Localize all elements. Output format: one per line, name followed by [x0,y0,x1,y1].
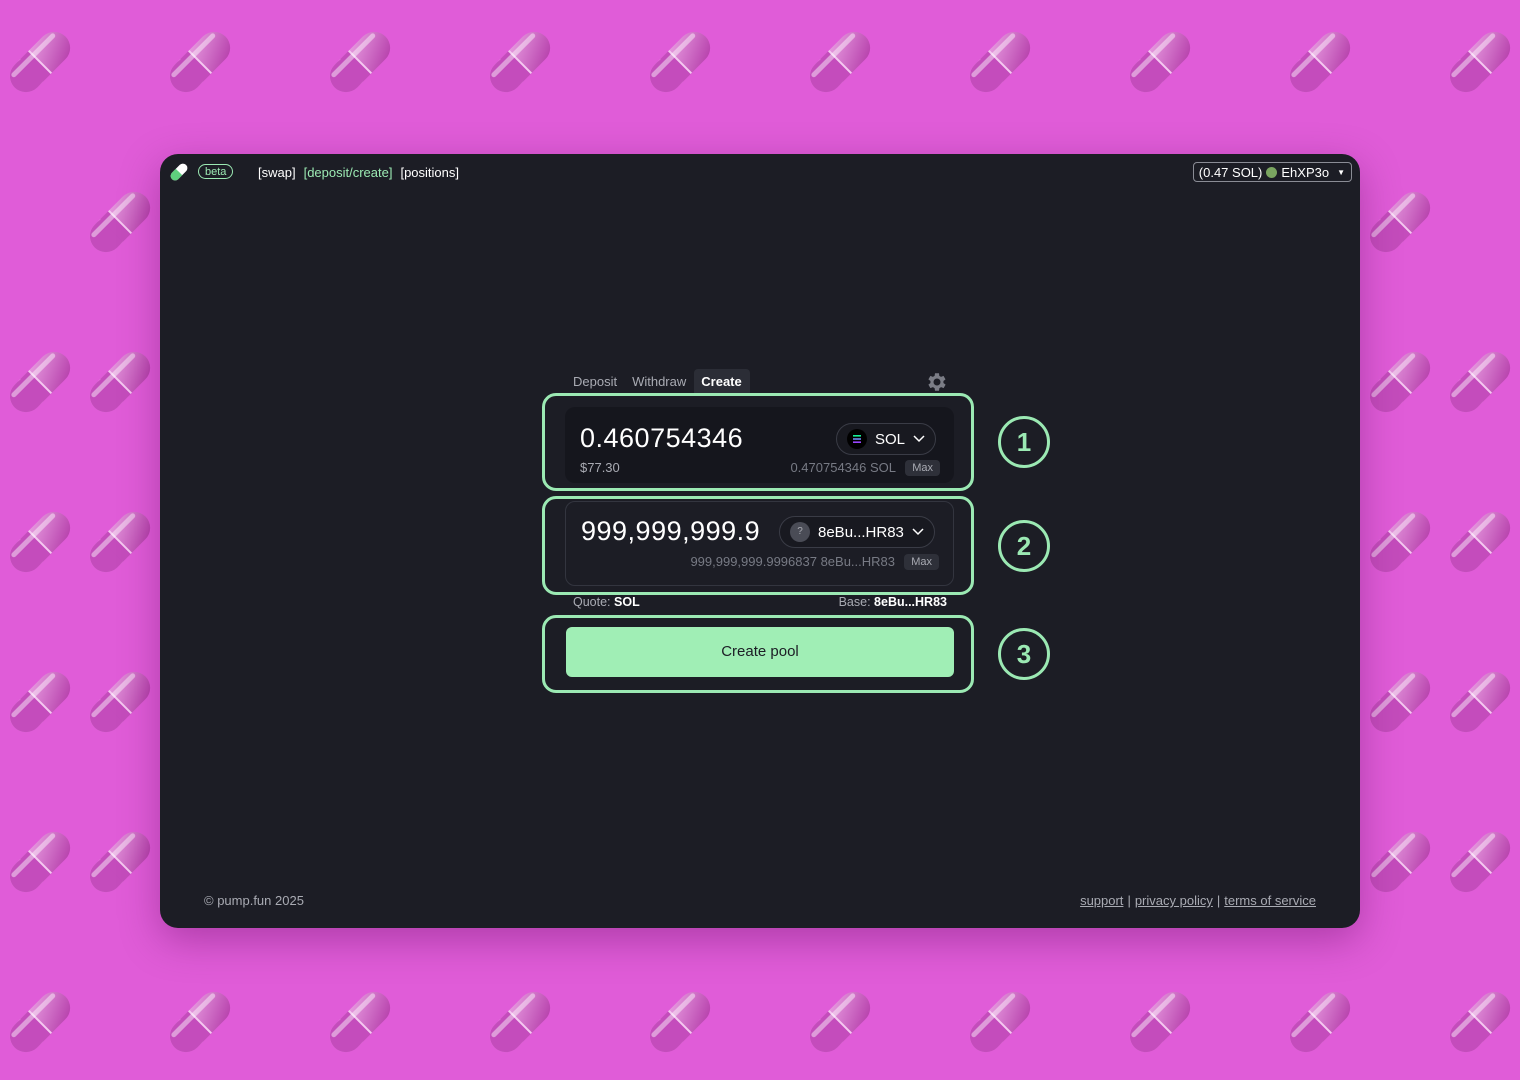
support-link[interactable]: support [1080,893,1123,908]
tab-deposit[interactable]: Deposit [566,369,625,393]
base-max-button[interactable]: Max [904,554,939,570]
base-amount-card: 999,999,999.9996837 ? 8eBu...HR83 999,99… [565,501,954,586]
quote-label: Quote: [573,595,611,609]
pill-icon [322,984,398,1060]
base-token-selector[interactable]: ? 8eBu...HR83 [779,516,935,548]
wallet-address: EhXP3o [1281,164,1330,180]
pill-logo-icon[interactable] [168,161,190,183]
pill-icon [82,504,158,580]
pill-icon [162,24,238,100]
quote-pair-info: Quote: SOL [573,595,640,609]
wallet-avatar-icon [1266,166,1278,178]
base-token-label: 8eBu...HR83 [818,523,904,541]
pill-icon [1122,984,1198,1060]
footer-links: support | privacy policy | terms of service [1080,893,1316,908]
pill-icon [1362,184,1438,260]
pill-icon [82,664,158,740]
nav-swap[interactable]: [swap] [258,165,296,180]
top-bar: beta [swap] [deposit/create] [positions]… [160,154,1360,190]
pill-icon [482,24,558,100]
base-value: 8eBu...HR83 [874,595,947,609]
pill-icon [482,984,558,1060]
tab-withdraw[interactable]: Withdraw [625,369,694,393]
pill-icon [962,984,1038,1060]
pill-icon [2,824,78,900]
quote-value: SOL [614,595,640,609]
beta-badge: beta [198,164,234,179]
pill-icon [802,24,878,100]
tab-create[interactable]: Create [694,369,750,393]
pill-icon [1362,504,1438,580]
pill-icon [1362,344,1438,420]
pill-icon [82,824,158,900]
main-nav: [swap] [deposit/create] [positions] [258,165,459,180]
step-2-marker: 2 [998,520,1050,572]
pill-icon [2,504,78,580]
caret-down-icon: ▼ [1337,167,1345,177]
pill-icon [82,184,158,260]
pill-icon [1442,984,1518,1060]
step-1-marker: 1 [998,416,1050,468]
pill-icon [2,664,78,740]
base-balance: 999,999,999.9996837 8eBu...HR83 [690,554,895,569]
pill-icon [2,344,78,420]
quote-token-label: SOL [875,430,906,448]
pill-icon [1442,664,1518,740]
pool-tabs: Deposit Withdraw Create [566,369,750,393]
pill-icon [642,24,718,100]
pill-icon [1122,24,1198,100]
pill-icon [1282,984,1358,1060]
pill-icon [1362,824,1438,900]
base-pair-info: Base: 8eBu...HR83 [839,595,947,609]
base-amount-input[interactable]: 999,999,999.9996837 [581,516,761,547]
pill-icon [1442,824,1518,900]
create-pool-button[interactable]: Create pool [566,627,954,677]
wallet-balance: (0.47 SOL) [1198,164,1263,180]
pill-icon [1442,344,1518,420]
pill-icon [2,24,78,100]
pill-icon [2,984,78,1060]
nav-deposit-create[interactable]: [deposit/create] [304,165,393,180]
quote-balance: 0.470754346 SOL [790,460,896,475]
pill-icon [962,24,1038,100]
step-3-marker: 3 [998,628,1050,680]
solana-icon [847,429,867,449]
settings-gear-icon[interactable] [924,370,948,394]
quote-token-selector[interactable]: SOL [836,423,937,455]
pill-icon [322,24,398,100]
pill-icon [82,344,158,420]
chevron-down-icon [912,528,924,536]
quote-max-button[interactable]: Max [905,460,940,476]
base-label: Base: [838,595,871,609]
nav-positions[interactable]: [positions] [400,165,459,180]
quote-usd-value: $77.30 [580,460,620,475]
pill-icon [1282,24,1358,100]
quote-amount-card: 0.460754346 SOL $77.30 0.470754346 SOL M… [565,407,954,483]
pill-icon [802,984,878,1060]
pill-icon [162,984,238,1060]
quote-amount-input[interactable]: 0.460754346 [580,423,830,454]
pill-icon [1442,24,1518,100]
pill-icon [642,984,718,1060]
pill-icon [1362,664,1438,740]
unknown-token-icon: ? [790,522,810,542]
chevron-down-icon [913,435,925,443]
app-window: beta [swap] [deposit/create] [positions]… [160,154,1360,928]
pill-icon [1442,504,1518,580]
wallet-dropdown[interactable]: (0.47 SOL) EhXP3o ▼ [1192,162,1352,182]
copyright-text: © pump.fun 2025 [204,893,304,908]
privacy-policy-link[interactable]: privacy policy [1135,893,1213,908]
terms-of-service-link[interactable]: terms of service [1224,893,1316,908]
